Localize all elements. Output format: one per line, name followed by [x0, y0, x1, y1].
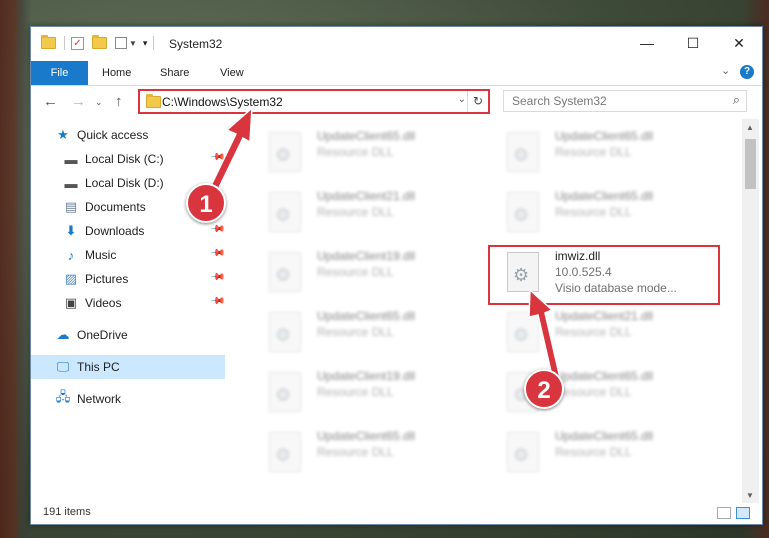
step-2-badge: 2	[524, 369, 564, 409]
annotation-arrows	[204, 106, 561, 381]
step-1-badge: 1	[186, 183, 226, 223]
arrow-to-imwiz	[528, 288, 561, 381]
